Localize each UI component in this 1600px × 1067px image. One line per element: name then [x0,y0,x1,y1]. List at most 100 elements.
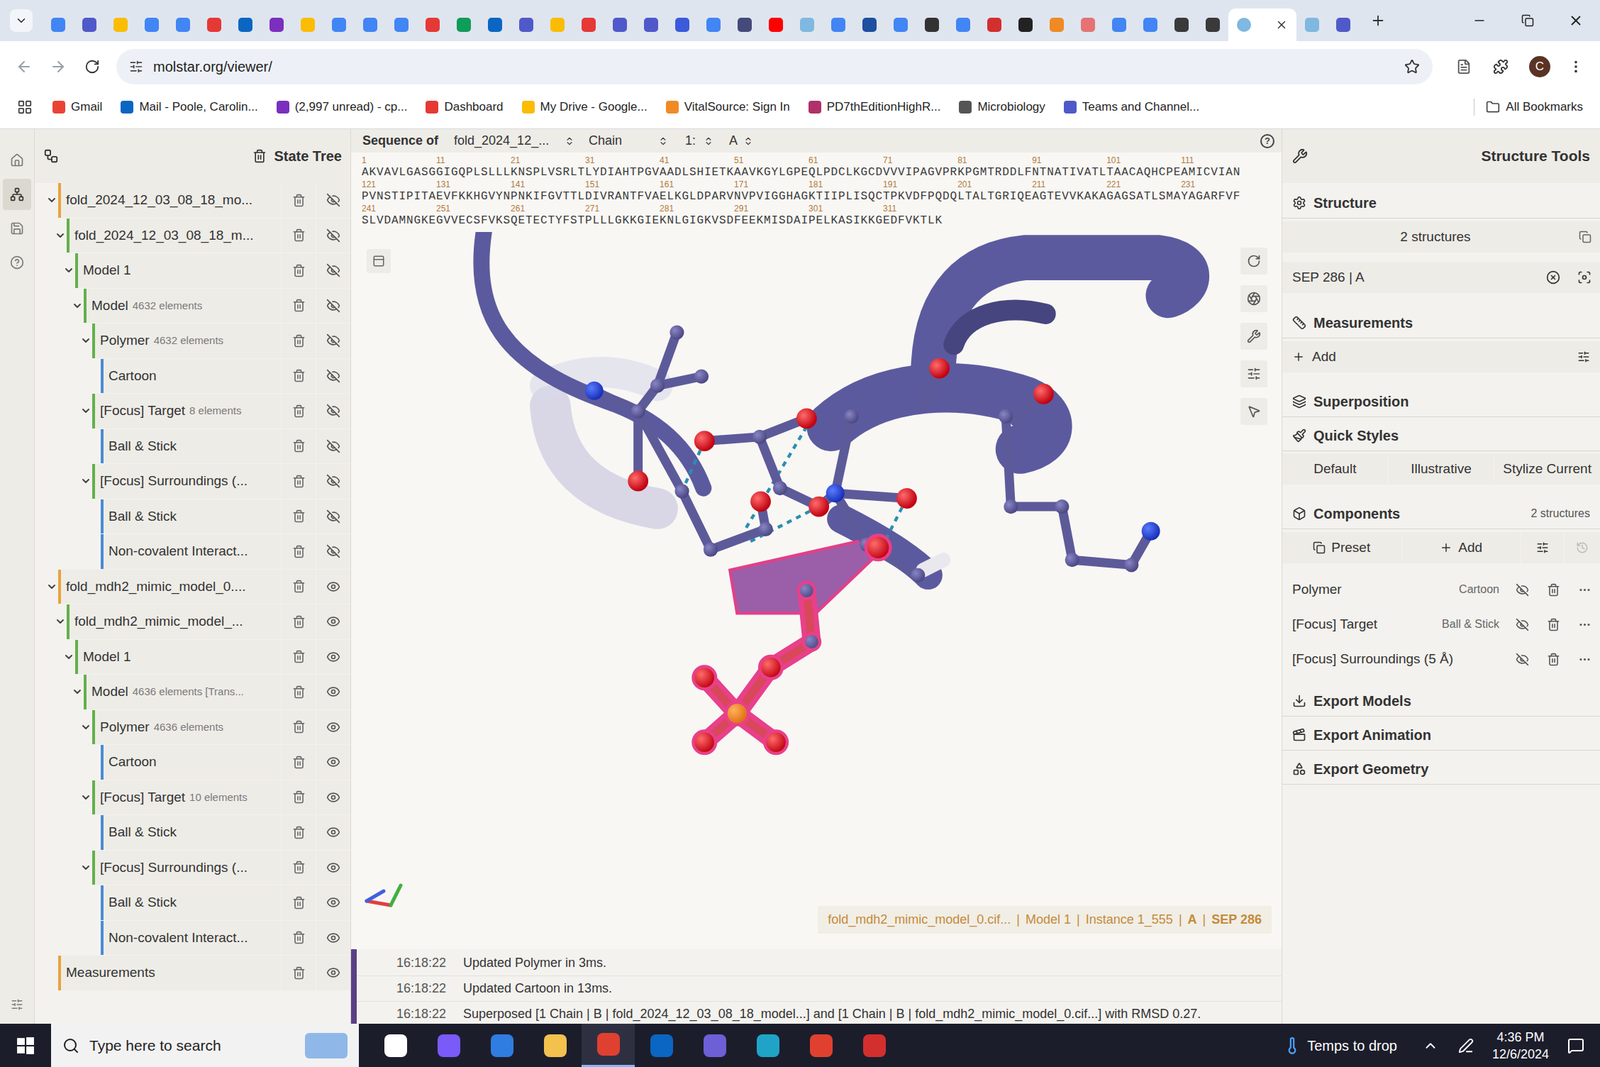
caret-icon[interactable] [63,264,75,276]
visibility-button[interactable] [316,744,351,780]
taskbar-search[interactable]: Type here to search [51,1023,359,1067]
visibility-button[interactable] [316,569,351,605]
sequence-chunk[interactable]: 201LTALTGRIQE [957,179,1032,204]
structure-count-row[interactable]: 2 structures [1282,221,1600,253]
visibility-button[interactable] [316,955,351,991]
browser-tab[interactable] [666,8,698,42]
reading-mode-button[interactable] [1448,52,1480,81]
browser-tab[interactable] [1103,8,1135,42]
viewport[interactable]: fold_mdh2_mimic_model_0.cif...|Model 1|I… [351,231,1282,949]
mode-select[interactable]: Chain [588,131,669,151]
tree-node-label[interactable]: fold_mdh2_mimic_model_0.... [58,569,281,605]
tree-node-label[interactable]: fold_2024_12_03_08_18_m... [66,218,281,254]
add-component-button[interactable]: Add [1402,531,1522,564]
delete-button[interactable] [281,358,316,394]
delete-button[interactable] [281,499,316,535]
tree-node-label[interactable]: Polymer4636 elements [92,709,281,745]
delete-button[interactable] [281,569,316,605]
tray-chevron-icon[interactable] [1422,1037,1439,1054]
taskbar-app[interactable] [634,1023,688,1067]
browser-tab[interactable] [385,8,418,42]
taskbar-app[interactable] [475,1023,529,1067]
tree-node-label[interactable]: Model 1 [75,639,281,675]
component-options-button[interactable] [1521,531,1564,564]
caret-icon[interactable] [80,791,92,803]
browser-tab[interactable] [760,8,792,42]
bookmark-item[interactable]: VitalSource: Sign In [665,97,791,117]
browser-tab[interactable] [323,8,355,42]
sequence-chunk[interactable]: 161ELKGLDPARV [659,179,735,204]
options-icon[interactable] [1577,350,1591,364]
caret-icon[interactable] [54,615,66,627]
delete-button[interactable] [281,920,316,956]
tree-node-label[interactable]: [Focus] Target8 elements [92,393,281,429]
tree-node-label[interactable]: fold_mdh2_mimic_model_... [66,604,281,640]
tree-node-label[interactable]: Non-covalent Interact... [100,920,281,956]
apps-grid-icon[interactable] [17,99,33,115]
browser-tab[interactable] [916,8,948,42]
export-section[interactable]: Export Geometry [1282,753,1600,785]
visibility-button[interactable] [316,393,351,429]
bookmark-item[interactable]: Gmail [52,97,103,117]
measurements-add-row[interactable]: Add [1282,341,1600,373]
visibility-button[interactable] [316,429,351,464]
browser-tab[interactable] [73,8,105,42]
delete-button[interactable] [281,850,316,886]
bookmark-item[interactable]: My Drive - Google... [521,97,648,117]
sequence-chunk[interactable]: 91NTNATIVATL [1031,155,1107,180]
browser-tab[interactable] [573,8,605,42]
browser-tab[interactable] [1296,8,1328,42]
browser-tab[interactable] [1134,8,1166,42]
delete-button[interactable] [281,604,316,640]
component-row[interactable]: [Focus] Surroundings (5 Å) [1282,642,1600,676]
molecule-render[interactable] [351,231,1282,949]
browser-tab[interactable] [260,8,293,42]
close-tab-icon[interactable] [1275,18,1288,32]
caret-icon[interactable] [46,194,58,206]
sequence-chunk[interactable]: 41AADLSHIETK [659,155,735,180]
visibility-button[interactable] [316,358,351,394]
sequence-chunk[interactable]: 211AGTEVVKAKA [1031,179,1107,204]
site-info-icon[interactable] [129,59,144,74]
tree-node-label[interactable]: [Focus] Surroundings (... [92,850,281,886]
delete-button[interactable] [281,744,316,780]
taskbar-app[interactable] [581,1023,635,1067]
selection-row[interactable]: SEP 286 | A [1282,261,1600,293]
delete-button[interactable] [281,885,316,920]
browser-tab[interactable] [104,8,137,42]
sequence-chunk[interactable]: 281KNLGIGKVSD [659,203,735,228]
delete-button[interactable] [281,639,316,675]
taskbar-app[interactable] [687,1023,742,1067]
taskbar-app[interactable] [847,1023,901,1067]
caret-icon[interactable] [80,861,92,874]
browser-tab[interactable] [1041,8,1073,42]
browser-tab[interactable] [198,8,230,42]
browser-tab[interactable] [229,8,261,42]
omnibox[interactable]: molstar.org/viewer/ [116,48,1433,85]
sequence-chunk[interactable]: 21KNSPLVSRLT [510,155,586,180]
visibility-button[interactable] [316,604,351,640]
chain-select[interactable]: A [729,131,754,151]
caret-icon[interactable] [80,721,92,733]
sequence-chunk[interactable]: 31LYDIAHTPGV [585,155,660,180]
sequence-chunk[interactable]: 81KPGMTRDDLF [957,155,1032,180]
delete-button[interactable] [281,709,316,745]
delete-button[interactable] [281,955,316,991]
viewport-tool-button[interactable] [1240,285,1268,313]
forward-button[interactable] [43,52,73,81]
browser-tab[interactable] [1165,8,1198,42]
export-section[interactable]: Export Models [1282,685,1600,717]
delete-button[interactable] [281,253,316,288]
component-visibility-button[interactable] [1506,607,1538,641]
toggle-controls-button[interactable] [6,993,28,1015]
visibility-button[interactable] [316,780,351,815]
browser-tab[interactable] [479,8,511,42]
visibility-button[interactable] [316,674,351,710]
quick-style-button[interactable]: Illustrative [1388,453,1495,485]
browser-tab[interactable] [1327,8,1359,42]
bookmark-item[interactable]: Teams and Channel... [1063,97,1200,117]
tree-node-label[interactable]: [Focus] Target10 elements [92,780,281,815]
components-section[interactable]: Components2 structures [1282,497,1600,530]
tree-node-label[interactable]: fold_2024_12_03_08_18_mo... [58,182,281,218]
reload-button[interactable] [78,52,107,81]
